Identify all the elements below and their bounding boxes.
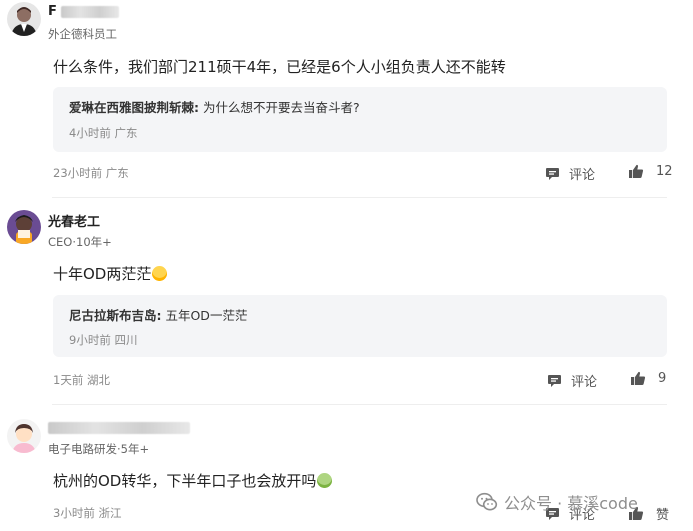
user-meta: 电子电路研发·5年+ xyxy=(48,442,150,456)
time-location: 1天前 湖北 xyxy=(53,373,110,387)
user-meta: CEO·10年+ xyxy=(48,235,112,249)
like-count: 9 xyxy=(658,371,667,386)
reply-meta: 4小时前 广东 xyxy=(69,126,138,140)
reply-box[interactable]: 尼古拉斯布吉岛: 五年OD一茫茫 9小时前 四川 xyxy=(53,295,667,357)
thumbs-up-icon xyxy=(631,371,646,385)
reply-author[interactable]: 爱琳在西雅图披荆斩棘: xyxy=(69,100,199,115)
like-label: 赞 xyxy=(656,508,670,523)
reply-box[interactable]: 爱琳在西雅图披荆斩棘: 为什么想不开要去当奋斗者? 4小时前 广东 xyxy=(53,87,667,152)
reply-text: 五年OD一茫茫 xyxy=(161,308,248,323)
thumbs-up-icon xyxy=(629,164,644,178)
reply-text: 为什么想不开要去当奋斗者? xyxy=(199,100,360,115)
comment-text: 什么条件，我们部门211硕干4年，已经是6个人小组负责人还不能转 xyxy=(53,58,506,76)
like-button[interactable]: 9 xyxy=(630,371,666,386)
comment-button[interactable]: 评论 xyxy=(547,371,597,390)
watermark-text: 公众号 · 慕溪code xyxy=(504,494,638,513)
like-button[interactable]: 12 xyxy=(628,164,673,179)
comment-label: 评论 xyxy=(571,375,598,390)
comment-bubble-icon xyxy=(548,374,561,387)
reply-meta: 9小时前 四川 xyxy=(69,333,138,347)
username[interactable]: F xyxy=(48,4,120,19)
username[interactable] xyxy=(48,420,190,435)
avatar[interactable] xyxy=(7,419,41,453)
comment-item: F 外企德科员工 什么条件，我们部门211硕干4年，已经是6个人小组负责人还不能… xyxy=(0,0,693,196)
user-meta: 外企德科员工 xyxy=(48,27,117,41)
redacted-name-blur xyxy=(61,5,120,18)
redacted-name-blur xyxy=(48,421,190,434)
comment-text: 十年OD两茫茫 xyxy=(53,263,168,284)
like-count: 12 xyxy=(656,164,673,179)
reply-line: 爱琳在西雅图披荆斩棘: 为什么想不开要去当奋斗者? xyxy=(69,97,360,116)
avatar[interactable] xyxy=(7,210,41,244)
comment-text: 杭州的OD转华，下半年口子也会放开吗 xyxy=(53,470,333,491)
emoji-icon xyxy=(317,473,333,488)
watermark: 公众号 · 慕溪code xyxy=(476,490,638,514)
reply-author[interactable]: 尼古拉斯布吉岛: xyxy=(69,308,162,323)
comment-label: 评论 xyxy=(569,168,596,183)
time-location: 3小时前 浙江 xyxy=(53,506,122,520)
comment-button[interactable]: 评论 xyxy=(545,164,595,183)
avatar[interactable] xyxy=(7,2,41,36)
divider xyxy=(52,197,667,198)
divider xyxy=(52,404,667,405)
wechat-icon xyxy=(476,492,498,511)
comment-item: 光春老工 CEO·10年+ 十年OD两茫茫 尼古拉斯布吉岛: 五年OD一茫茫 9… xyxy=(0,199,693,403)
time-location: 23小时前 广东 xyxy=(53,166,129,180)
username[interactable]: 光春老工 xyxy=(48,211,100,230)
smile-emoji-icon xyxy=(152,266,168,281)
comment-bubble-icon xyxy=(546,167,559,180)
reply-line: 尼古拉斯布吉岛: 五年OD一茫茫 xyxy=(69,305,247,324)
